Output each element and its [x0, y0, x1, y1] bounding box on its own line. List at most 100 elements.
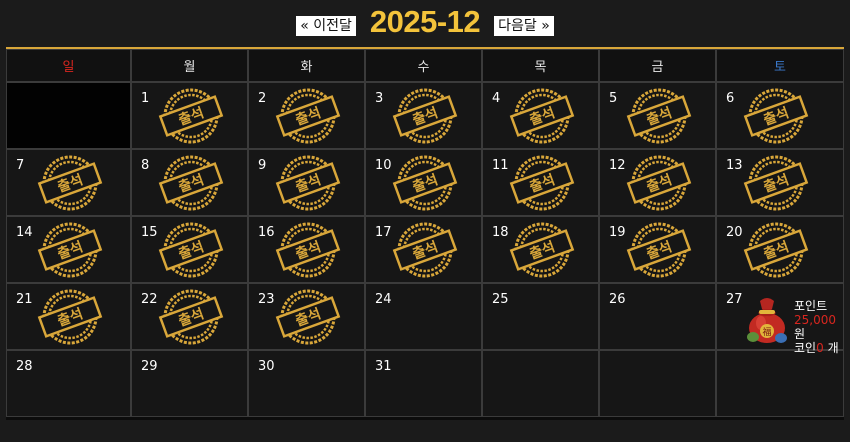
calendar-day-cell[interactable]: 25	[482, 283, 599, 350]
calendar-day-cell[interactable]: 14 출석	[6, 216, 131, 283]
calendar-day-cell[interactable]: 18 출석	[482, 216, 599, 283]
date-number: 15	[141, 225, 158, 240]
date-number: 6	[726, 91, 735, 106]
date-number: 22	[141, 292, 158, 307]
calendar-day-cell[interactable]: 9 출석	[248, 149, 365, 216]
date-number: 5	[609, 91, 618, 106]
attendance-stamp-icon: 출석	[509, 155, 575, 211]
calendar-day-cell[interactable]: 31	[365, 350, 482, 417]
coin-unit: 개	[827, 341, 839, 355]
attendance-stamp-icon: 출석	[743, 222, 809, 278]
date-number: 29	[141, 359, 158, 374]
date-number: 2	[258, 91, 267, 106]
calendar-day-cell[interactable]	[6, 82, 131, 149]
attendance-calendar: 일 월 화 수 목 금 토 1 출석 2 출석 3 출석 4 출석 5 출석 6…	[6, 47, 844, 420]
calendar-day-cell[interactable]: 26	[599, 283, 716, 350]
weekday-thu: 목	[482, 49, 599, 82]
date-number: 8	[141, 158, 150, 173]
attendance-stamp-icon: 출석	[158, 155, 224, 211]
svg-text:福: 福	[762, 326, 771, 338]
calendar-week-row: 1 출석 2 출석 3 출석 4 출석 5 출석 6 출석	[6, 82, 844, 149]
attendance-stamp-icon: 출석	[626, 222, 692, 278]
attendance-stamp-icon: 출석	[275, 155, 341, 211]
date-number: 18	[492, 225, 509, 240]
calendar-day-cell[interactable]: 13 출석	[716, 149, 844, 216]
calendar-week-row: 7 출석 8 출석 9 출석 10 출석 11 출석 12 출석 13 출석	[6, 149, 844, 216]
calendar-day-cell[interactable]: 19 출석	[599, 216, 716, 283]
calendar-day-cell[interactable]	[599, 350, 716, 417]
calendar-day-cell[interactable]: 23 출석	[248, 283, 365, 350]
date-number: 17	[375, 225, 392, 240]
attendance-stamp-icon: 출석	[626, 88, 692, 144]
calendar-day-cell[interactable]: 4 출석	[482, 82, 599, 149]
calendar-day-cell[interactable]: 7 출석	[6, 149, 131, 216]
date-number: 26	[609, 292, 626, 307]
calendar-day-cell[interactable]: 28	[6, 350, 131, 417]
attendance-stamp-icon: 출석	[275, 222, 341, 278]
calendar-week-row: 14 출석 15 출석 16 출석 17 출석 18 출석 19 출석 20 출…	[6, 216, 844, 283]
calendar-day-cell[interactable]: 16 출석	[248, 216, 365, 283]
attendance-stamp-icon: 출석	[37, 155, 103, 211]
attendance-stamp-icon: 출석	[37, 222, 103, 278]
date-number: 21	[16, 292, 33, 307]
calendar-day-cell[interactable]: 2 출석	[248, 82, 365, 149]
calendar-day-cell[interactable]: 6 출석	[716, 82, 844, 149]
date-number: 24	[375, 292, 392, 307]
calendar-day-cell[interactable]: 24	[365, 283, 482, 350]
attendance-stamp-icon: 출석	[509, 222, 575, 278]
date-number: 12	[609, 158, 626, 173]
date-number: 31	[375, 359, 392, 374]
date-number: 9	[258, 158, 267, 173]
month-title: 2025-12	[369, 4, 481, 39]
date-number: 16	[258, 225, 275, 240]
calendar-grid: 1 출석 2 출석 3 출석 4 출석 5 출석 6 출석 7 출석 8 출석 …	[6, 82, 844, 417]
date-number: 4	[492, 91, 501, 106]
lucky-bag-icon: 福	[744, 293, 790, 345]
calendar-day-cell[interactable]: 1 출석	[131, 82, 248, 149]
weekday-fri: 금	[599, 49, 716, 82]
date-number: 28	[16, 359, 33, 374]
attendance-stamp-icon: 출석	[158, 222, 224, 278]
date-number: 20	[726, 225, 743, 240]
calendar-day-cell[interactable]: 8 출석	[131, 149, 248, 216]
attendance-stamp-icon: 출석	[743, 155, 809, 211]
calendar-day-cell[interactable]: 11 출석	[482, 149, 599, 216]
coin-line: 코인0 개	[794, 341, 839, 355]
calendar-day-cell[interactable]	[482, 350, 599, 417]
next-month-button[interactable]: 다음달 »	[494, 16, 554, 36]
attendance-stamp-icon: 출석	[392, 155, 458, 211]
weekday-sun: 일	[6, 49, 131, 82]
coin-label: 코인	[794, 341, 817, 355]
date-number: 30	[258, 359, 275, 374]
calendar-day-cell[interactable]: 22 출석	[131, 283, 248, 350]
attendance-stamp-icon: 출석	[626, 155, 692, 211]
coin-value: 0	[816, 341, 824, 355]
attendance-stamp-icon: 출석	[743, 88, 809, 144]
attendance-stamp-icon: 출석	[392, 88, 458, 144]
date-number: 11	[492, 158, 509, 173]
attendance-stamp-icon: 출석	[37, 289, 103, 345]
date-number: 25	[492, 292, 509, 307]
calendar-day-cell[interactable]: 29	[131, 350, 248, 417]
weekday-mon: 월	[131, 49, 248, 82]
calendar-day-cell[interactable]: 5 출석	[599, 82, 716, 149]
calendar-week-row: 21 출석 22 출석 23 출석 24 25 26 27	[6, 283, 844, 350]
date-number: 14	[16, 225, 33, 240]
calendar-day-cell[interactable]: 10 출석	[365, 149, 482, 216]
calendar-day-cell[interactable]: 3 출석	[365, 82, 482, 149]
reward-panel: 福 포인트 25,000 원 코인0 개	[744, 291, 844, 361]
calendar-day-cell[interactable]: 12 출석	[599, 149, 716, 216]
point-label: 포인트	[794, 299, 828, 313]
point-value: 25,000	[794, 313, 836, 327]
calendar-day-cell[interactable]: 20 출석	[716, 216, 844, 283]
calendar-day-cell[interactable]: 21 출석	[6, 283, 131, 350]
weekday-tue: 화	[248, 49, 365, 82]
weekday-sat: 토	[716, 49, 844, 82]
calendar-day-cell[interactable]: 17 출석	[365, 216, 482, 283]
prev-month-button[interactable]: « 이전달	[296, 16, 356, 36]
date-number: 13	[726, 158, 743, 173]
attendance-stamp-icon: 출석	[392, 222, 458, 278]
calendar-header: « 이전달 2025-12 다음달 »	[0, 0, 850, 44]
calendar-day-cell[interactable]: 30	[248, 350, 365, 417]
calendar-day-cell[interactable]: 15 출석	[131, 216, 248, 283]
